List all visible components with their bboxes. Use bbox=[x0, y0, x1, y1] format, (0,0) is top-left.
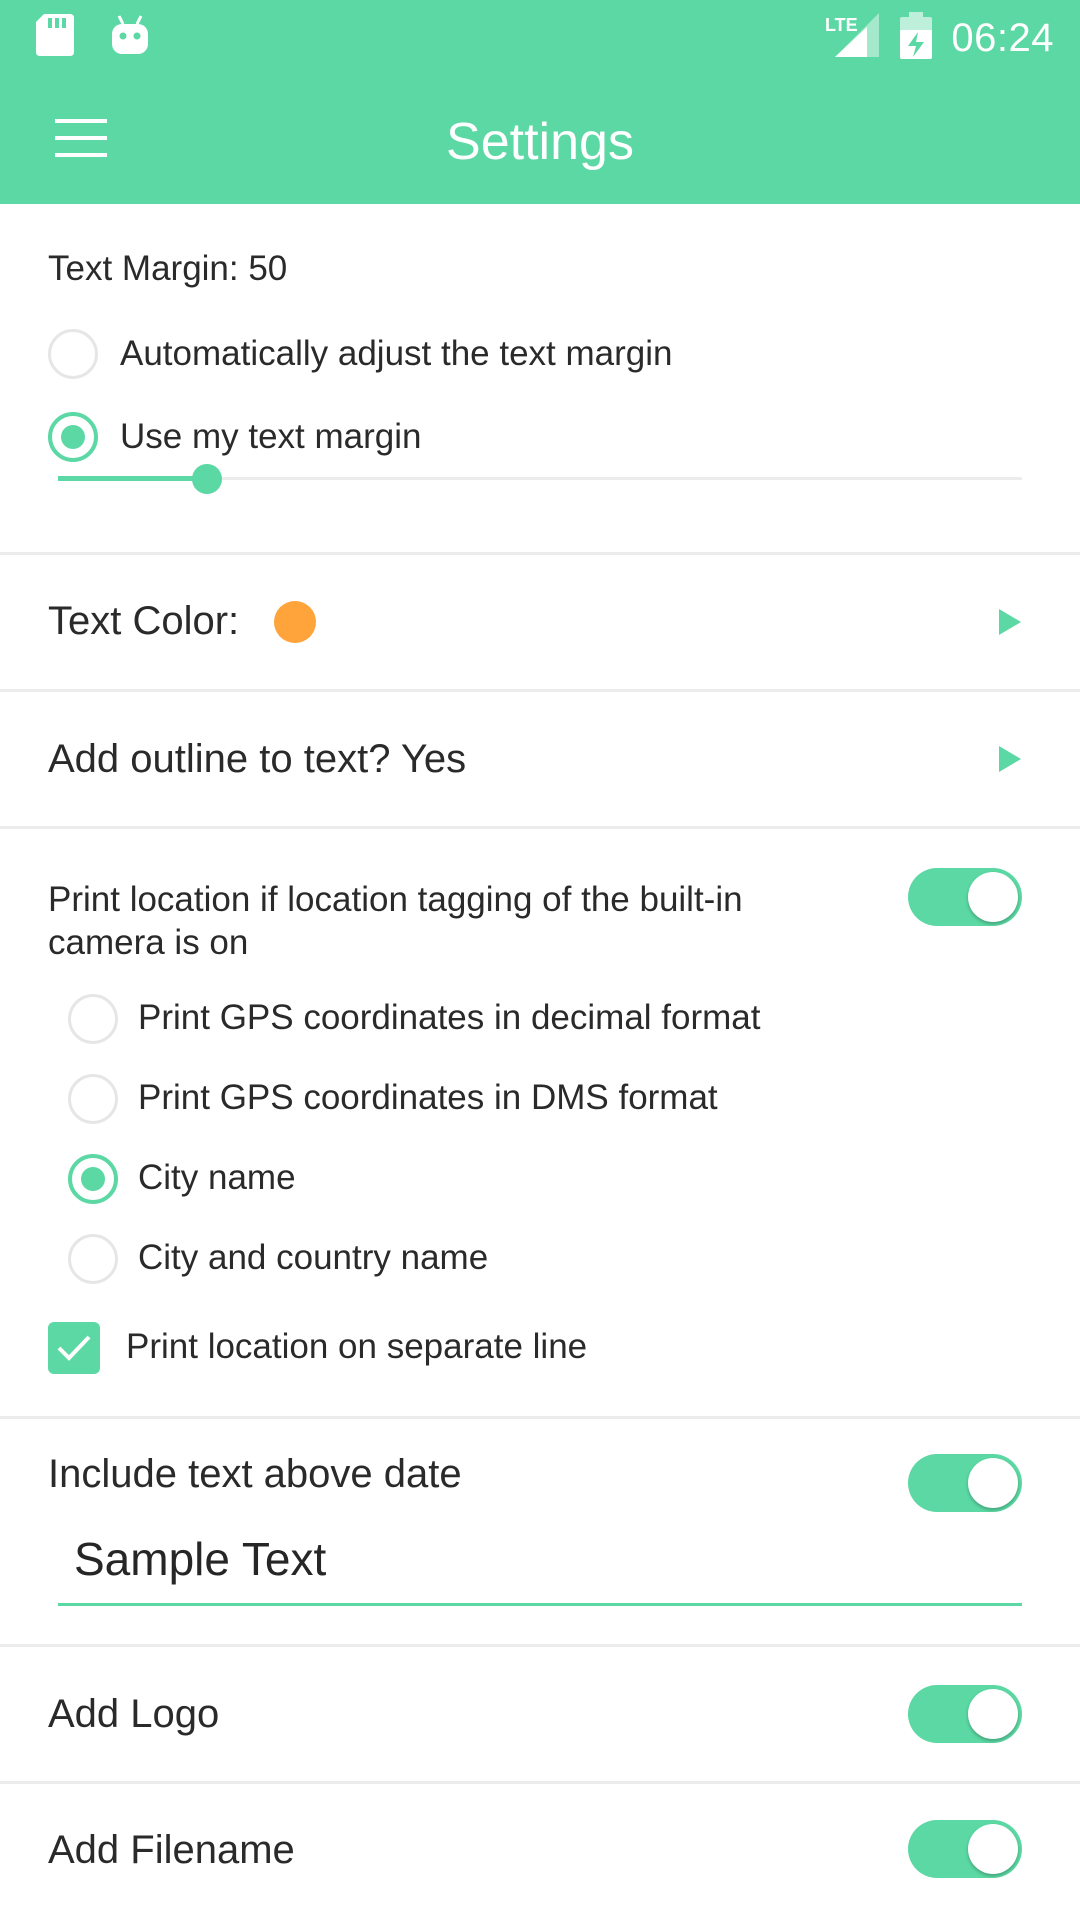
text-color-label: Text Color: bbox=[48, 599, 240, 643]
add-filename-label: Add Filename bbox=[48, 1828, 295, 1872]
text-margin-slider[interactable] bbox=[58, 461, 1022, 497]
network-label: LTE bbox=[825, 15, 858, 35]
color-swatch bbox=[274, 601, 316, 643]
chevron-right-icon bbox=[999, 746, 1021, 772]
app-bar: Settings bbox=[0, 70, 1080, 204]
outline-label: Add outline to text? Yes bbox=[48, 737, 467, 781]
text-above-date-label: Include text above date bbox=[48, 1452, 462, 1496]
separate-line-label[interactable]: Print location on separate line bbox=[126, 1327, 587, 1367]
status-bar: LTE 06:24 bbox=[0, 0, 1080, 70]
add-logo-label: Add Logo bbox=[48, 1692, 220, 1736]
checkmark-icon bbox=[57, 1335, 91, 1361]
add-filename-row: Add Filename bbox=[0, 1784, 1080, 1918]
android-icon bbox=[110, 14, 150, 61]
location-toggle[interactable] bbox=[908, 868, 1022, 926]
toggle-knob bbox=[968, 1824, 1018, 1874]
text-above-date-input[interactable]: Sample Text bbox=[58, 1520, 1022, 1606]
add-filename-toggle[interactable] bbox=[908, 1820, 1022, 1878]
divider bbox=[0, 1416, 1080, 1419]
separate-line-checkbox[interactable] bbox=[48, 1322, 100, 1374]
radio-city-name[interactable] bbox=[68, 1154, 118, 1204]
location-label: Print location if location tagging of th… bbox=[48, 880, 743, 962]
battery-icon bbox=[899, 12, 933, 65]
add-logo-row: Add Logo bbox=[0, 1647, 1080, 1781]
radio-city-country[interactable] bbox=[68, 1234, 118, 1284]
radio-custom-margin-label[interactable]: Use my text margin bbox=[120, 417, 421, 457]
page-title: Settings bbox=[446, 113, 634, 171]
slider-thumb[interactable] bbox=[192, 464, 222, 494]
add-logo-toggle[interactable] bbox=[908, 1685, 1022, 1743]
chevron-right-icon bbox=[999, 609, 1021, 635]
divider bbox=[0, 826, 1080, 829]
outline-row[interactable]: Add outline to text? Yes bbox=[0, 692, 1080, 826]
radio-auto-margin-label[interactable]: Automatically adjust the text margin bbox=[120, 334, 672, 374]
sd-card-icon bbox=[36, 14, 74, 61]
radio-custom-margin[interactable] bbox=[48, 412, 98, 462]
slider-fill bbox=[58, 476, 207, 481]
text-above-date-toggle[interactable] bbox=[908, 1454, 1022, 1512]
toggle-knob bbox=[968, 1458, 1018, 1508]
toggle-knob bbox=[968, 872, 1018, 922]
radio-auto-margin[interactable] bbox=[48, 329, 98, 379]
radio-gps-decimal[interactable] bbox=[68, 994, 118, 1044]
radio-gps-dms[interactable] bbox=[68, 1074, 118, 1124]
radio-gps-decimal-label[interactable]: Print GPS coordinates in decimal format bbox=[138, 998, 760, 1038]
text-margin-label: Text Margin: 50 bbox=[48, 249, 288, 288]
clock: 06:24 bbox=[951, 16, 1054, 60]
text-color-row[interactable]: Text Color: bbox=[0, 555, 1080, 689]
toggle-knob bbox=[968, 1689, 1018, 1739]
signal-icon: LTE bbox=[825, 13, 881, 64]
radio-city-name-label[interactable]: City name bbox=[138, 1158, 296, 1198]
radio-city-country-label[interactable]: City and country name bbox=[138, 1238, 488, 1278]
radio-gps-dms-label[interactable]: Print GPS coordinates in DMS format bbox=[138, 1078, 718, 1118]
text-above-date-value[interactable]: Sample Text bbox=[74, 1532, 326, 1586]
